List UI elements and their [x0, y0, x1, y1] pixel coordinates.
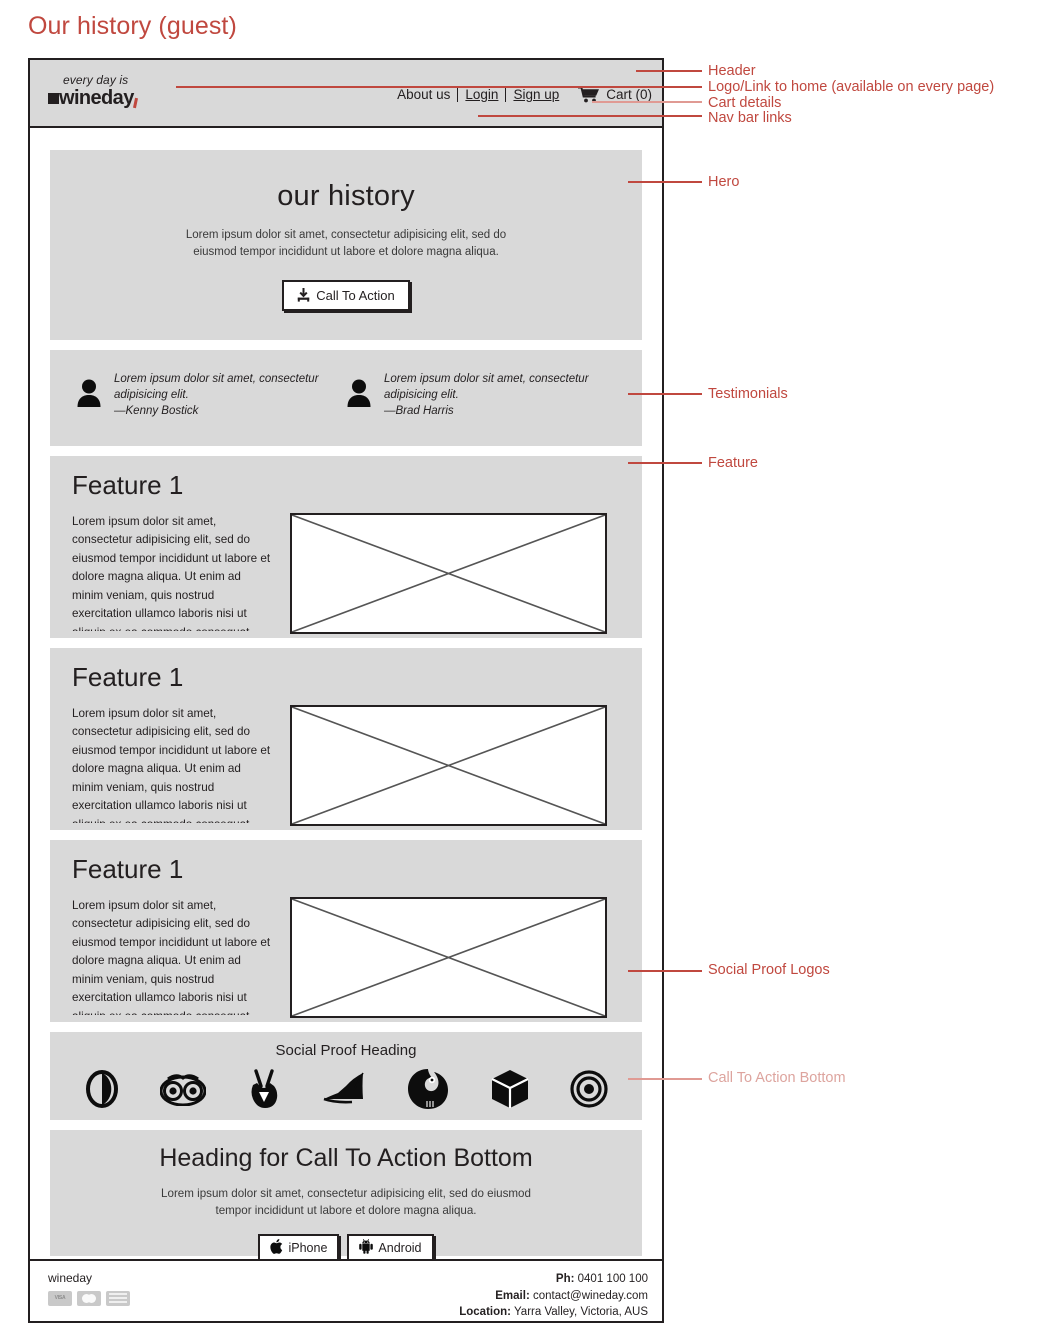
feature-body-text: Lorem ipsum dolor sit amet, consectetur … — [72, 899, 271, 1015]
hero-call-to-action-button[interactable]: Call To Action — [282, 279, 410, 311]
hero-cta-label: Call To Action — [316, 287, 395, 303]
testimonial-text: Lorem ipsum dolor sit amet, consectetur … — [384, 372, 616, 420]
user-avatar-icon — [346, 372, 372, 413]
annotation-leader-line-logo — [176, 86, 702, 88]
hero-title: our history — [277, 180, 415, 212]
testimonial-author: —Kenny Bostick — [114, 404, 199, 417]
feature-image-placeholder — [290, 513, 607, 634]
contact-location-row: Location: Yarra Valley, Victoria, AUS — [459, 1304, 648, 1321]
contact-email-row: Email: contact@wineday.com — [459, 1288, 648, 1305]
visa-label: VISA — [54, 1295, 66, 1301]
contact-email-label: Email: — [495, 1289, 530, 1302]
cart-count-label: Cart (0) — [606, 87, 652, 102]
hero-section: our history Lorem ipsum dolor sit amet, … — [50, 150, 642, 340]
android-download-button[interactable]: Android — [347, 1233, 434, 1262]
feature-image-placeholder — [290, 705, 607, 826]
cta-bottom-heading: Heading for Call To Action Bottom — [159, 1144, 533, 1172]
logo-home-link[interactable]: every day is wineday — [48, 73, 138, 109]
footer-brand-name: wineday — [48, 1271, 93, 1285]
download-icon — [297, 288, 310, 302]
feature-image-placeholder — [290, 897, 607, 1018]
visa-card-icon: VISA — [48, 1291, 72, 1306]
testimonial-text: Lorem ipsum dolor sit amet, consectetur … — [114, 372, 346, 420]
android-label: Android — [378, 1240, 422, 1255]
feature-heading: Feature 1 — [72, 662, 184, 692]
testimonial-item: Lorem ipsum dolor sit amet, consectetur … — [76, 372, 346, 446]
user-avatar-icon — [76, 372, 102, 413]
annotation-feature: Feature — [708, 455, 758, 471]
feature-heading: Feature 1 — [72, 470, 184, 500]
contact-location-label: Location: — [459, 1306, 511, 1319]
feature-heading: Feature 1 — [72, 854, 184, 884]
annotation-leader-line-cart — [592, 101, 702, 103]
codepen-cube-logo-icon — [490, 1068, 530, 1110]
social-proof-logo-row — [50, 1067, 642, 1111]
footer-brand-block: wineday VISA — [48, 1271, 130, 1306]
testimonial-author: —Brad Harris — [384, 404, 454, 417]
annotation-call-to-action-bottom: Call To Action Bottom — [708, 1070, 846, 1086]
social-proof-heading: Social Proof Heading — [275, 1042, 417, 1059]
feature-section: Feature 1 Lorem ipsum dolor sit amet, co… — [50, 456, 642, 638]
iphone-label: iPhone — [288, 1240, 328, 1255]
contact-phone-value: 0401 100 100 — [577, 1273, 648, 1285]
logo-wordmark: wineday — [48, 87, 138, 109]
annotation-leader-line-cta-bottom — [628, 1078, 702, 1080]
angellist-peace-hand-logo-icon — [246, 1068, 282, 1110]
nav-link-login[interactable]: Login — [458, 87, 505, 102]
testimonial-item: Lorem ipsum dolor sit amet, consectetur … — [346, 372, 616, 446]
amex-card-icon — [106, 1291, 130, 1306]
logo-name: wineday — [59, 87, 134, 109]
annotation-header: Header — [708, 63, 756, 79]
site-header: every day is wineday About us Login Sign… — [30, 60, 662, 128]
contact-phone-label: Ph: — [555, 1273, 575, 1285]
logo-square-icon — [48, 93, 59, 104]
contact-location-value: Yarra Valley, Victoria, AUS — [513, 1306, 648, 1319]
contact-phone-row: Ph: 0401 100 100 — [459, 1271, 648, 1288]
footer-contact-details: Ph: 0401 100 100 Email: contact@wineday.… — [459, 1271, 648, 1321]
feature-section: Feature 1 Lorem ipsum dolor sit amet, co… — [50, 648, 642, 830]
annotation-leader-line-hero — [628, 181, 702, 183]
nav-link-about-us[interactable]: About us — [390, 87, 457, 102]
feature-section: Feature 1 Lorem ipsum dolor sit amet, co… — [50, 840, 642, 1022]
gripfire-logo-icon — [406, 1067, 450, 1111]
page-title: Our history (guest) — [28, 12, 237, 40]
social-proof-section: Social Proof Heading — [50, 1032, 642, 1120]
wireframe-page-frame: every day is wineday About us Login Sign… — [28, 58, 664, 1323]
testimonial-quote: Lorem ipsum dolor sit amet, consectetur … — [114, 373, 319, 401]
annotation-hero: Hero — [708, 174, 740, 190]
apple-icon — [270, 1238, 283, 1257]
pied-piper-hat-logo-icon — [322, 1072, 366, 1106]
tripadvisor-owl-logo-icon — [160, 1072, 206, 1106]
feature-body-text: Lorem ipsum dolor sit amet, consectetur … — [72, 515, 271, 631]
annotation-leader-line-testimonials — [628, 393, 702, 395]
annotation-logo-link: Logo/Link to home (available on every pa… — [708, 79, 995, 95]
adversal-logo-icon — [84, 1069, 120, 1109]
contact-email-value: contact@wineday.com — [532, 1289, 648, 1302]
cta-bottom-body-text: Lorem ipsum dolor sit amet, consectetur … — [161, 1187, 531, 1218]
logo-tagline: every day is — [63, 73, 129, 87]
feature-body-text: Lorem ipsum dolor sit amet, consectetur … — [72, 707, 271, 823]
testimonial-quote: Lorem ipsum dolor sit amet, consectetur … — [384, 373, 589, 401]
android-icon — [359, 1238, 374, 1257]
testimonials-section: Lorem ipsum dolor sit amet, consectetur … — [50, 350, 642, 446]
iphone-download-button[interactable]: iPhone — [258, 1233, 340, 1262]
nav-link-sign-up[interactable]: Sign up — [506, 87, 566, 102]
annotation-nav-bar-links: Nav bar links — [708, 110, 792, 126]
hero-body-text: Lorem ipsum dolor sit amet, consectetur … — [185, 229, 507, 259]
annotation-testimonials: Testimonials — [708, 386, 788, 402]
annotation-leader-line-social-proof — [628, 970, 702, 972]
annotation-leader-line-nav — [478, 115, 702, 117]
site-footer: wineday VISA Ph: 0401 100 100 Email: con… — [30, 1259, 662, 1321]
annotation-social-proof-logos: Social Proof Logos — [708, 962, 830, 978]
payment-methods: VISA — [48, 1291, 130, 1306]
annotation-leader-line-header — [636, 70, 702, 72]
page-content: our history Lorem ipsum dolor sit amet, … — [30, 128, 662, 1262]
call-to-action-bottom-section: Heading for Call To Action Bottom Lorem … — [50, 1130, 642, 1262]
annotation-leader-line-feature — [628, 462, 702, 464]
bullseye-target-logo-icon — [570, 1070, 608, 1108]
app-store-buttons: iPhone Android — [50, 1233, 642, 1262]
mastercard-card-icon — [77, 1291, 101, 1306]
